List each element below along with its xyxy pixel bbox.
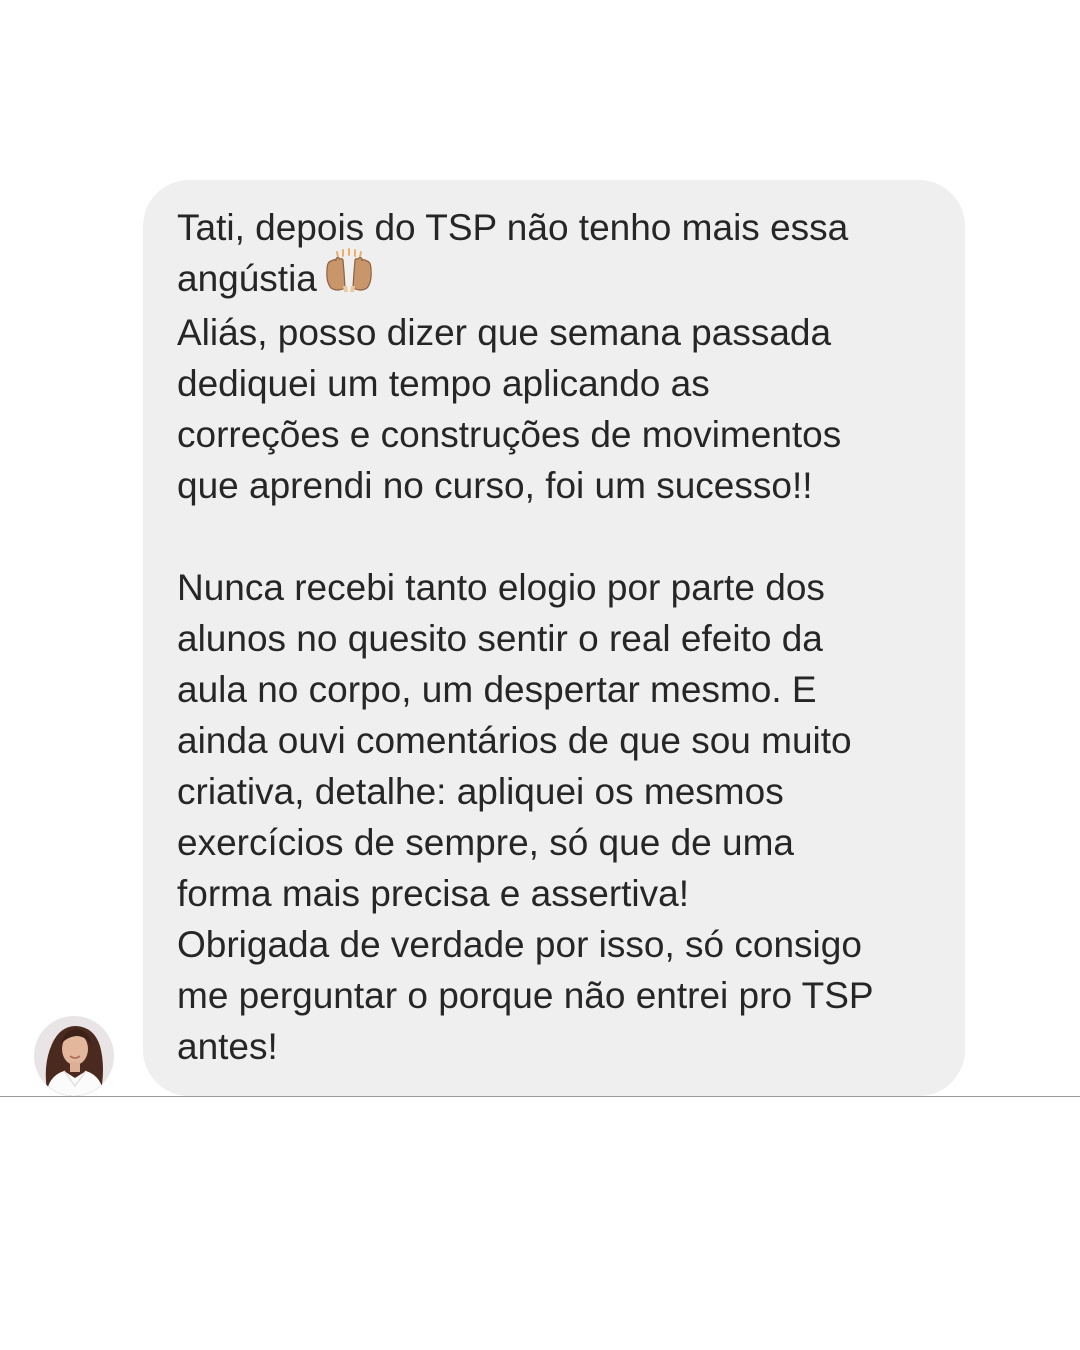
message-line: antes! [177, 1025, 278, 1067]
message-line: exercícios de sempre, só que de uma [177, 821, 794, 863]
received-message-bubble[interactable]: Tati, depois do TSP não tenho mais essa … [143, 180, 965, 1096]
raising-hands-icon [323, 247, 375, 307]
message-thread: Tati, depois do TSP não tenho mais essa … [0, 0, 1080, 1350]
message-line: Obrigada de verdade por isso, só consigo [177, 923, 862, 965]
message-line: ainda ouvi comentários de que sou muito [177, 719, 852, 761]
message-line: me perguntar o porque não entrei pro TSP [177, 974, 874, 1016]
message-line: Nunca recebi tanto elogio por parte dos [177, 566, 825, 608]
message-line: criativa, detalhe: apliquei os mesmos [177, 770, 784, 812]
message-line: Aliás, posso dizer que semana passada [177, 311, 832, 353]
message-line: dediquei um tempo aplicando as [177, 362, 710, 404]
message-line: angústia [177, 247, 935, 307]
sender-avatar[interactable] [34, 1016, 114, 1096]
message-line-blank [177, 511, 935, 562]
message-line: aula no corpo, um despertar mesmo. E [177, 668, 817, 710]
message-line: correções e construções de movimentos [177, 413, 842, 455]
divider [0, 1096, 1080, 1097]
message-line: Tati, depois do TSP não tenho mais essa [177, 207, 849, 248]
message-line-text: angústia [177, 258, 317, 299]
message-line: que aprendi no curso, foi um sucesso!! [177, 464, 813, 506]
message-line: alunos no quesito sentir o real efeito d… [177, 617, 823, 659]
message-line: forma mais precisa e assertiva! [177, 872, 690, 914]
